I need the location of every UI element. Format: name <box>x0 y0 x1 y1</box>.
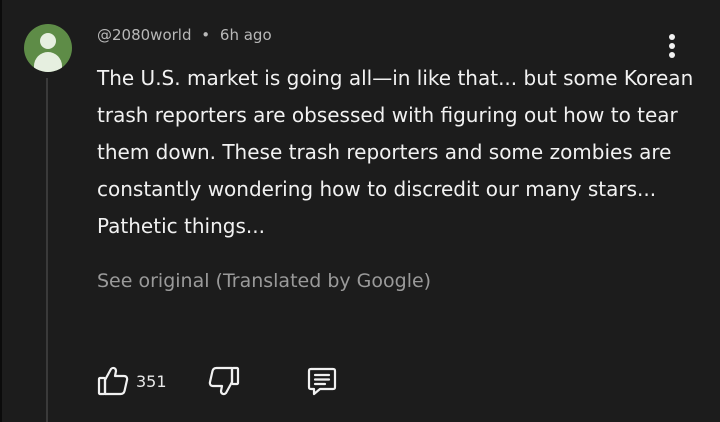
like-button[interactable] <box>96 364 130 398</box>
dislike-button[interactable] <box>207 364 241 398</box>
author-handle[interactable]: @2080world <box>97 26 191 44</box>
like-count: 351 <box>136 372 167 391</box>
comment-text: The U.S. market is going all—in like tha… <box>97 66 694 238</box>
thumbs-up-icon <box>97 366 129 396</box>
timestamp[interactable]: 6h ago <box>220 26 272 44</box>
see-original-link[interactable]: See original (Translated by Google) <box>97 270 431 292</box>
comment-card: @2080world • 6h ago The U.S. market is g… <box>0 0 720 422</box>
thread-line <box>46 78 48 422</box>
default-avatar-icon <box>40 33 56 49</box>
reply-comment-icon <box>307 367 337 396</box>
avatar[interactable] <box>24 24 72 72</box>
meta-separator: • <box>201 26 211 44</box>
comment-meta: @2080world • 6h ago <box>97 26 272 44</box>
reply-button[interactable] <box>305 364 339 398</box>
left-divider <box>0 0 2 422</box>
thumbs-down-icon <box>208 366 240 396</box>
more-vertical-icon[interactable] <box>660 30 684 62</box>
